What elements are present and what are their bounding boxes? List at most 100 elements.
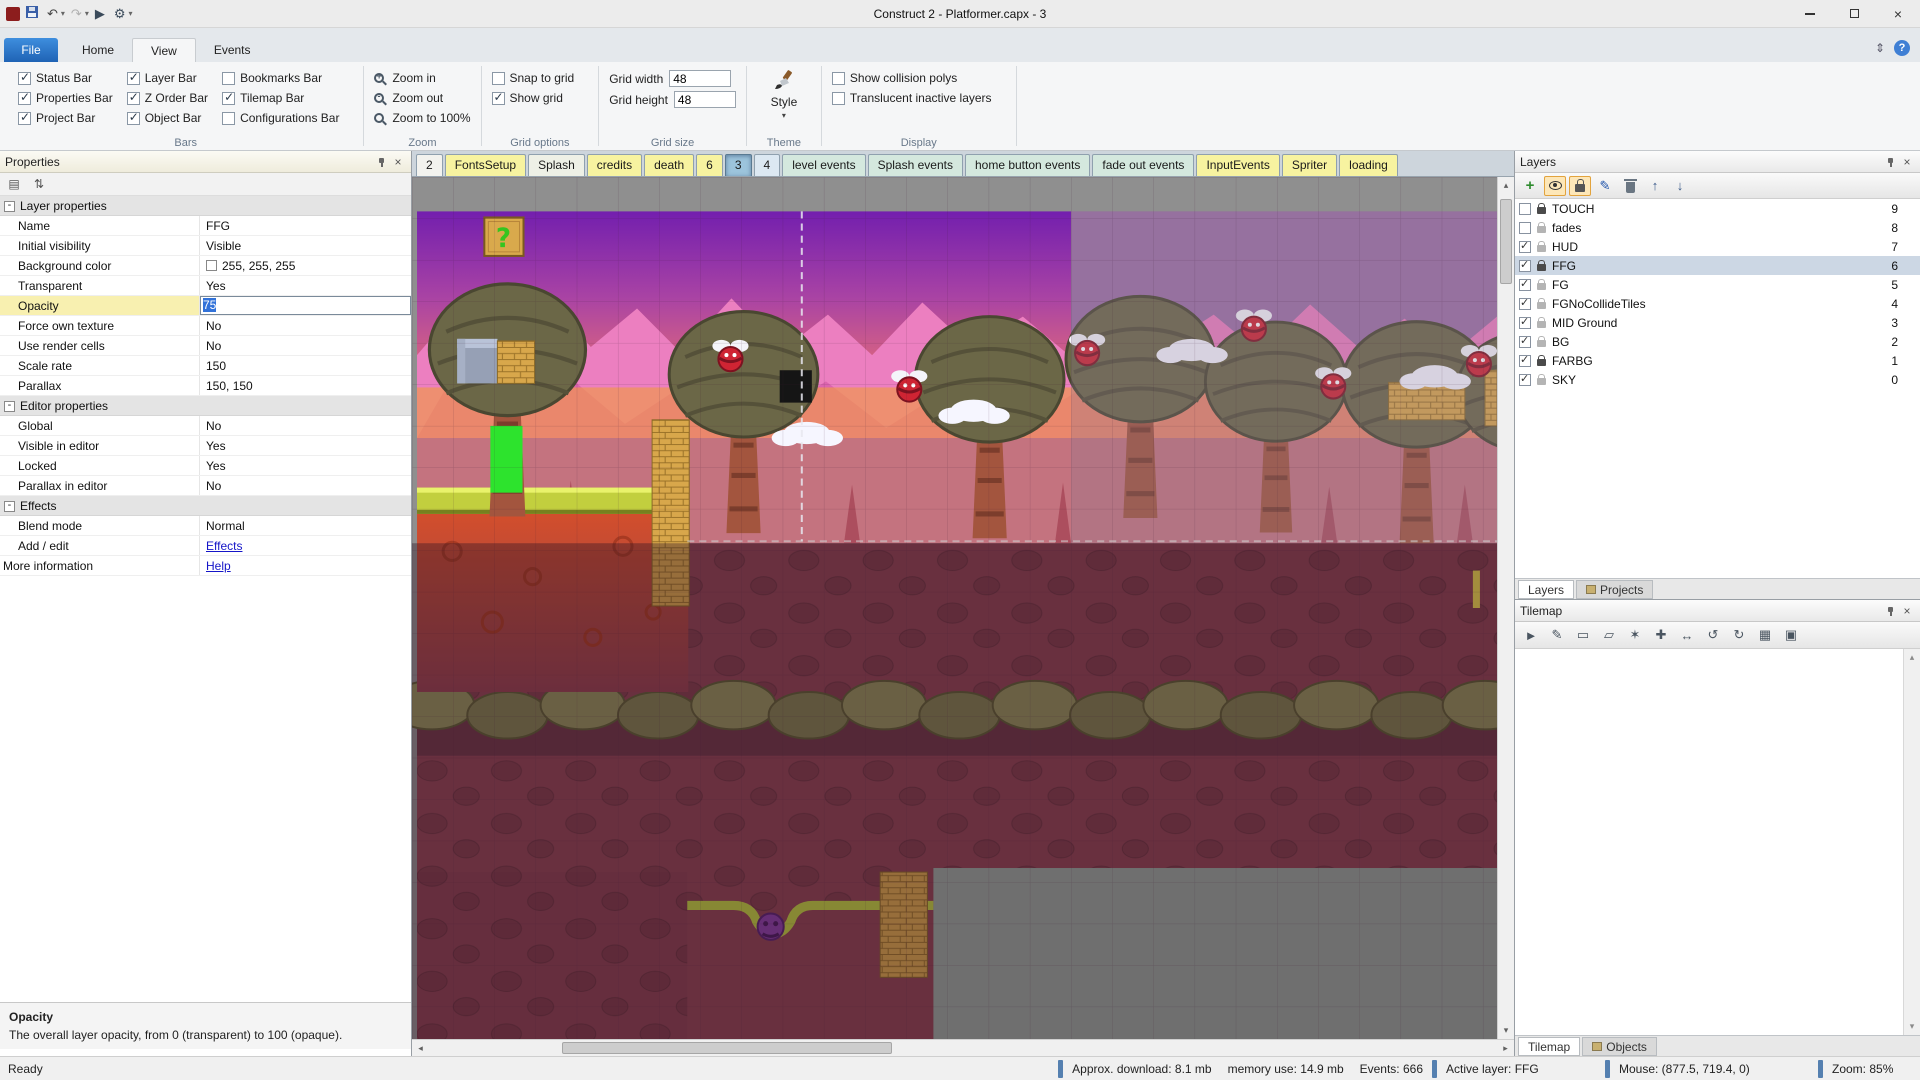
property-row[interactable]: Blend mode Normal	[0, 516, 411, 536]
ribbon-checkbox-item[interactable]: Object Bar	[127, 108, 208, 128]
property-value[interactable]: Yes	[200, 436, 411, 455]
layer-visibility-checkbox[interactable]	[1519, 241, 1531, 253]
add-layer-button[interactable]: +	[1519, 176, 1541, 196]
layer-row[interactable]: FARBG 1	[1515, 351, 1920, 370]
ribbon-tab[interactable]: Home	[64, 38, 132, 62]
zoom-in-button[interactable]: Zoom in	[374, 68, 470, 88]
style-button[interactable]: Style ▾	[757, 68, 811, 120]
panel-tab[interactable]: Tilemap	[1518, 1037, 1580, 1056]
pin-icon[interactable]	[374, 154, 390, 170]
tilemap-tool-icon[interactable]: ▭	[1573, 627, 1593, 643]
toggle-lock-button[interactable]	[1569, 176, 1591, 196]
undo-dropdown-icon[interactable]: ▾	[61, 9, 65, 18]
property-row[interactable]: Effects	[0, 496, 411, 516]
sort-alpha-icon[interactable]: ⇅	[31, 176, 47, 192]
ribbon-checkbox-item[interactable]: Z Order Bar	[127, 88, 208, 108]
canvas-horizontal-scrollbar[interactable]: ◂ ▸	[412, 1039, 1514, 1056]
ribbon-checkbox-item[interactable]: Translucent inactive layers	[832, 88, 992, 108]
layer-visibility-checkbox[interactable]	[1519, 298, 1531, 310]
scroll-up-icon[interactable]: ▴	[1904, 649, 1920, 666]
maximize-button[interactable]	[1832, 0, 1876, 27]
layer-row[interactable]: SKY 0	[1515, 370, 1920, 389]
property-value[interactable]: Effects	[200, 536, 411, 555]
help-icon[interactable]: ?	[1894, 40, 1910, 56]
property-value[interactable]: 255, 255, 255	[200, 256, 411, 275]
panel-tab[interactable]: Objects	[1582, 1037, 1657, 1056]
layer-row[interactable]: HUD 7	[1515, 237, 1920, 256]
tilemap-tool-icon[interactable]: ↔	[1677, 628, 1697, 643]
ribbon-checkbox-item[interactable]: Bookmarks Bar	[222, 68, 339, 88]
layer-row[interactable]: FGNoCollideTiles 4	[1515, 294, 1920, 313]
layer-visibility-checkbox[interactable]	[1519, 336, 1531, 348]
layer-visibility-checkbox[interactable]	[1519, 203, 1531, 215]
checkbox[interactable]	[222, 112, 235, 125]
layout-canvas[interactable]: ?	[412, 177, 1497, 1039]
property-value[interactable]: No	[200, 416, 411, 435]
property-row[interactable]: Force own texture No	[0, 316, 411, 336]
layer-visibility-checkbox[interactable]	[1519, 317, 1531, 329]
toggle-visibility-button[interactable]	[1544, 176, 1566, 196]
tilemap-content[interactable]: ▴ ▾	[1515, 649, 1920, 1035]
property-row[interactable]: Visible in editor Yes	[0, 436, 411, 456]
property-row[interactable]: Locked Yes	[0, 456, 411, 476]
property-row[interactable]: More information Help	[0, 556, 411, 576]
scroll-down-icon[interactable]: ▾	[1498, 1022, 1514, 1039]
layout-tab[interactable]: Splash	[528, 154, 585, 176]
close-panel-icon[interactable]: ×	[1899, 154, 1915, 170]
layout-viewport[interactable]: ?	[412, 177, 1514, 1039]
checkbox[interactable]	[18, 92, 31, 105]
tilemap-tool-icon[interactable]: ▣	[1781, 627, 1801, 643]
tilemap-empty-area[interactable]	[1515, 649, 1903, 1035]
layout-tab[interactable]: InputEvents	[1196, 154, 1279, 176]
checkbox[interactable]	[222, 92, 235, 105]
save-button[interactable]	[23, 6, 41, 21]
property-value[interactable]: No	[200, 476, 411, 495]
categorized-view-icon[interactable]: ▤	[6, 176, 22, 192]
close-button[interactable]: ×	[1876, 0, 1920, 27]
zoom-out-button[interactable]: Zoom out	[374, 88, 470, 108]
ribbon-collapse-icon[interactable]: ⇕	[1875, 41, 1885, 55]
checkbox[interactable]	[127, 112, 140, 125]
panel-tab[interactable]: Projects	[1576, 580, 1653, 599]
layout-tab[interactable]: 6	[696, 154, 723, 176]
scroll-down-icon[interactable]: ▾	[1904, 1018, 1920, 1035]
property-row[interactable]: Scale rate 150	[0, 356, 411, 376]
layer-row[interactable]: BG 2	[1515, 332, 1920, 351]
property-row[interactable]: Name FFG	[0, 216, 411, 236]
rename-layer-button[interactable]: ✎	[1594, 176, 1616, 196]
checkbox[interactable]	[832, 72, 845, 85]
horizontal-scroll-thumb[interactable]	[562, 1042, 892, 1054]
property-value[interactable]: Yes	[200, 276, 411, 295]
checkbox[interactable]	[127, 92, 140, 105]
property-value[interactable]: FFG	[200, 216, 411, 235]
layer-row[interactable]: MID Ground 3	[1515, 313, 1920, 332]
ribbon-checkbox-item[interactable]: Status Bar	[18, 68, 113, 88]
layer-row[interactable]: TOUCH 9	[1515, 199, 1920, 218]
pin-icon[interactable]	[1883, 603, 1899, 619]
checkbox[interactable]	[18, 72, 31, 85]
tilemap-tool-icon[interactable]: ▱	[1599, 627, 1619, 643]
checkbox[interactable]	[492, 72, 505, 85]
property-value[interactable]: Yes	[200, 456, 411, 475]
scroll-right-icon[interactable]: ▸	[1497, 1043, 1514, 1054]
layout-tab[interactable]: death	[644, 154, 694, 176]
redo-button[interactable]: ↷	[68, 6, 85, 22]
property-value[interactable]: Normal	[200, 516, 411, 535]
checkbox[interactable]	[492, 92, 505, 105]
vertical-scroll-thumb[interactable]	[1500, 199, 1512, 284]
tilemap-tool-icon[interactable]: ✶	[1625, 627, 1645, 643]
tilemap-tool-icon[interactable]: ✚	[1651, 627, 1671, 643]
delete-layer-button[interactable]	[1619, 176, 1641, 196]
scroll-up-icon[interactable]: ▴	[1498, 177, 1514, 194]
tilemap-tool-icon[interactable]: ▦	[1755, 627, 1775, 643]
layout-tab[interactable]: fade out events	[1092, 154, 1194, 176]
layout-tab[interactable]: level events	[782, 154, 865, 176]
layout-tab[interactable]: Splash events	[868, 154, 963, 176]
layer-row[interactable]: FG 5	[1515, 275, 1920, 294]
property-row[interactable]: Global No	[0, 416, 411, 436]
layer-visibility-checkbox[interactable]	[1519, 279, 1531, 291]
qat-customize-icon[interactable]: ▾	[129, 9, 133, 18]
tilemap-tool-icon[interactable]: ►	[1521, 628, 1541, 643]
ribbon-tab[interactable]: View	[132, 38, 196, 62]
close-panel-icon[interactable]: ×	[390, 154, 406, 170]
